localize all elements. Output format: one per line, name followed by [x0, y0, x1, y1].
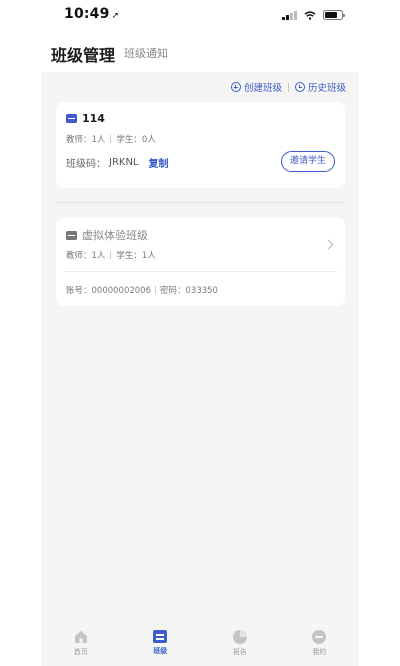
tab-report[interactable]: 报告: [200, 624, 280, 666]
class-code-label: 班级码：: [66, 159, 106, 170]
class-box-icon: [66, 114, 77, 123]
tab-label: 我的: [312, 648, 327, 656]
tab-class[interactable]: 班级: [121, 624, 201, 666]
mine-icon: [312, 630, 327, 644]
class-title: 虚拟体验班级: [66, 227, 148, 243]
account-password: 密码：033350: [160, 286, 218, 296]
class-member-counts: 教师：1人 学生：0人: [66, 133, 156, 145]
create-class-button[interactable]: 创建班级: [230, 80, 282, 94]
action-divider: [287, 82, 289, 92]
history-class-button[interactable]: 历史班级: [294, 80, 346, 94]
meta-divider: [110, 135, 112, 143]
class-code-value: JRKNL: [109, 157, 139, 168]
class-name: 114: [82, 112, 105, 125]
tab-label: 班级: [153, 647, 168, 655]
clock-icon: [294, 82, 305, 92]
tab-class-notice[interactable]: 班级通知: [124, 45, 168, 61]
student-count: 学生：1人: [116, 251, 156, 261]
location-arrow-icon: ➚: [111, 11, 120, 21]
header: 班级管理 班级通知: [0, 40, 400, 70]
report-icon: [232, 630, 247, 644]
wifi-icon: [304, 10, 315, 20]
cellular-signal-icon: [282, 10, 297, 20]
class-box-icon: [66, 230, 77, 240]
teacher-count: 教师：1人: [66, 251, 106, 261]
plus-circle-icon: [230, 82, 241, 92]
status-time-text: 10:49: [64, 6, 110, 22]
student-count: 学生：0人: [116, 135, 156, 145]
battery-icon: [322, 10, 345, 20]
class-card[interactable]: 114 教师：1人 学生：0人 班级码： JRKNL 复制 邀请学生: [56, 102, 345, 188]
class-code-row: 班级码： JRKNL 复制: [66, 155, 169, 170]
tab-mine[interactable]: 我的: [280, 624, 360, 666]
invite-student-button[interactable]: 邀请学生: [281, 151, 335, 172]
home-icon: [74, 631, 87, 643]
account-row: 账号：00000002006 密码：033350: [66, 284, 218, 296]
status-icons: [282, 9, 345, 21]
class-member-counts: 教师：1人 学生：1人: [66, 249, 156, 261]
class-list-area: 创建班级 历史班级 114 教师：1人 学生：0人 班级码： JRKNL 复制: [41, 72, 359, 624]
class-actions: 创建班级 历史班级: [230, 80, 346, 94]
teacher-count: 教师：1人: [66, 135, 106, 145]
class-name: 虚拟体验班级: [82, 229, 148, 242]
tab-label: 报告: [232, 648, 247, 656]
meta-divider: [155, 286, 156, 294]
meta-divider: [110, 251, 112, 259]
page-title: 班级管理: [51, 46, 116, 65]
create-class-label: 创建班级: [243, 83, 282, 94]
bottom-tab-bar: 首页 班级 报告 我的: [41, 624, 359, 666]
copy-code-button[interactable]: 复制: [149, 155, 169, 170]
demo-class-card[interactable]: 虚拟体验班级 教师：1人 学生：1人 账号：00000002006 密码：033…: [56, 217, 345, 306]
status-time: 10:49 ➚: [64, 6, 119, 22]
class-icon: [153, 630, 168, 643]
account-number: 账号：00000002006: [66, 286, 151, 296]
tab-label: 首页: [73, 648, 88, 656]
class-title: 114: [66, 112, 105, 125]
card-divider: [64, 271, 337, 272]
section-divider: [56, 202, 345, 203]
status-bar: 10:49 ➚: [0, 0, 400, 30]
tab-home[interactable]: 首页: [41, 624, 121, 666]
chevron-right-icon: [323, 239, 334, 250]
app-screen: 10:49 ➚ 班级管理 班级通知 创建班级 历史班级 114 教师：1人 学生…: [0, 0, 400, 666]
history-class-label: 历史班级: [307, 83, 346, 94]
